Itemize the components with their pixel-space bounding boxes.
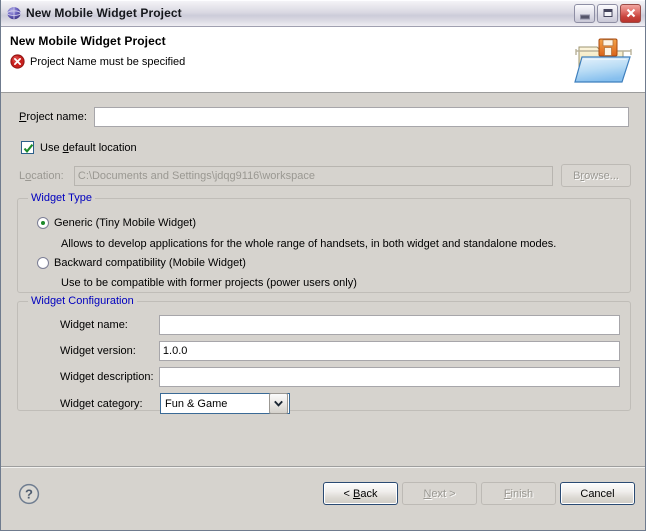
page-title: New Mobile Widget Project	[10, 34, 166, 48]
location-row: Location: Browse...	[19, 164, 631, 187]
back-button[interactable]: < Back	[323, 482, 398, 505]
radio-indicator	[37, 217, 49, 229]
widget-version-label: Widget version:	[60, 345, 136, 357]
widget-name-label: Widget name:	[60, 319, 128, 331]
use-default-location-checkbox[interactable]: Use default location	[21, 141, 137, 154]
use-default-location-label: Use default location	[40, 141, 137, 154]
wizard-body: Project name: Use default location Locat…	[1, 93, 645, 466]
checkbox-box	[21, 141, 34, 154]
svg-text:?: ?	[25, 487, 33, 502]
location-input[interactable]	[73, 165, 553, 186]
cancel-button[interactable]: Cancel	[560, 482, 635, 505]
maximize-button[interactable]	[597, 3, 618, 23]
wizard-header: New Mobile Widget Project Project Name m…	[1, 27, 645, 93]
next-button[interactable]: Next >	[402, 482, 477, 505]
widget-category-row: Widget category: Fun & Game	[60, 393, 620, 414]
radio-generic-tiny-mobile-widget[interactable]: Generic (Tiny Mobile Widget)	[37, 217, 196, 229]
close-button[interactable]	[620, 3, 641, 23]
radio-label: Generic (Tiny Mobile Widget)	[54, 217, 197, 229]
finish-button[interactable]: Finish	[481, 482, 556, 505]
project-name-label: Project name:	[19, 111, 87, 123]
error-message-text: Project Name must be specified	[30, 55, 186, 68]
validation-message-row: Project Name must be specified	[10, 54, 645, 69]
location-label: Location:	[19, 169, 64, 182]
radio-backward-compatibility-mobile-widget[interactable]: Backward compatibility (Mobile Widget)	[37, 257, 246, 269]
window-title: New Mobile Widget Project	[26, 6, 182, 20]
browse-button[interactable]: Browse...	[561, 164, 631, 187]
widget-configuration-group: Widget Configuration Widget name: Widget…	[17, 295, 631, 414]
widget-configuration-legend: Widget Configuration	[28, 295, 137, 307]
widget-name-row: Widget name:	[60, 315, 620, 335]
help-question-icon[interactable]: ?	[18, 483, 40, 505]
project-name-input[interactable]	[94, 107, 629, 127]
project-name-row: Project name:	[19, 107, 631, 127]
wizard-button-bar: < Back Next > Finish Cancel	[323, 482, 635, 505]
title-bar: New Mobile Widget Project	[1, 0, 645, 27]
error-circle-icon	[10, 54, 25, 69]
chevron-down-icon[interactable]	[269, 393, 288, 414]
widget-type-group: Widget Type Generic (Tiny Mobile Widget)…	[17, 192, 631, 293]
radio-label: Backward compatibility (Mobile Widget)	[54, 257, 246, 269]
widget-version-row: Widget version:	[60, 341, 620, 361]
widget-category-label: Widget category:	[60, 397, 143, 410]
radio-backward-hint: Use to be compatible with former project…	[61, 277, 357, 289]
widget-name-input[interactable]	[158, 315, 620, 335]
window-controls	[574, 3, 643, 23]
wizard-footer: ? < Back Next > Finish Cancel	[1, 466, 645, 528]
checkmark-icon	[23, 144, 34, 154]
widget-version-input[interactable]	[158, 341, 620, 361]
minimize-button[interactable]	[574, 3, 595, 23]
widget-type-legend: Widget Type	[28, 192, 95, 204]
radio-generic-hint: Allows to develop applications for the w…	[61, 238, 557, 250]
radio-indicator	[37, 257, 49, 269]
wizard-dialog-window: New Mobile Widget Project New Mobile Wid…	[0, 0, 646, 531]
folder-with-save-disk-icon	[573, 33, 637, 87]
widget-description-input[interactable]	[158, 367, 620, 387]
widget-category-select[interactable]: Fun & Game	[160, 393, 290, 414]
widget-category-value: Fun & Game	[165, 397, 228, 410]
widget-description-label: Widget description:	[60, 371, 154, 383]
globe-icon	[6, 5, 22, 21]
widget-description-row: Widget description:	[60, 367, 620, 387]
